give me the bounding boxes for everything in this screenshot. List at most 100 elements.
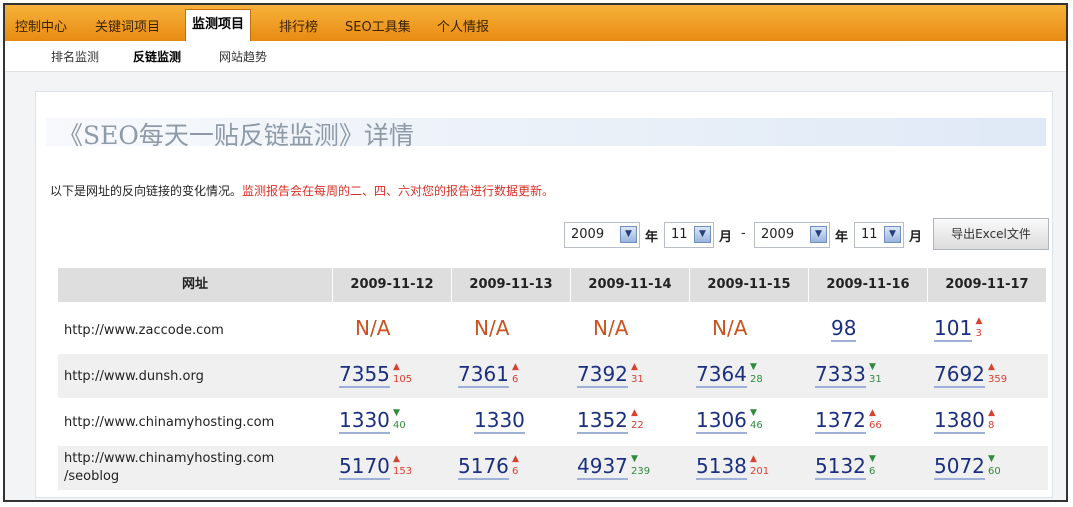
nav-item-3[interactable]: 监测项目 [185,9,252,42]
row-url: http://www.zaccode.com [64,322,224,340]
data-cell: 1330 [452,400,570,444]
to-month-select[interactable]: 11 ▼ [854,222,904,248]
row-url-line: http://www.chinamyhosting.com [64,415,275,430]
trend-up-indicator: ▲ 8 [988,408,1004,431]
to-year-value: 2009 [761,227,795,242]
na-value: N/A [355,316,391,340]
top-nav: 控制中心 关键词项目 监测项目 排行榜 SEO工具集 个人情报 [5,5,1066,42]
delta-value: 359 [988,374,1008,385]
arrow-down-icon: ▼ [869,454,876,464]
trend-up-indicator: ▲ 6 [512,362,528,385]
chevron-down-icon[interactable]: ▼ [694,226,711,243]
backlink-count-link[interactable]: 7333 [815,362,866,388]
backlink-count-link[interactable]: 7692 [934,362,985,388]
backlink-count-link[interactable]: 1372 [815,408,866,434]
delta-value: 40 [393,420,406,431]
backlink-count-link[interactable]: 5072 [934,454,985,480]
backlink-count-link[interactable]: 1306 [696,408,747,434]
from-year-value: 2009 [571,227,605,242]
table-header-date: 2009-11-12 [333,268,451,302]
to-year-select[interactable]: 2009 ▼ [754,222,830,248]
table-header-date: 2009-11-16 [809,268,927,302]
arrow-up-icon: ▲ [512,454,519,464]
row-url-line: http://www.chinamyhosting.com [64,451,275,466]
backlink-count-link[interactable]: 7355 [339,362,390,388]
table-row: http://www.chinamyhosting.com 1330 ▼ 40 1330… [58,400,1048,444]
subnav-item-3[interactable]: 网站趋势 [219,48,267,65]
backlink-count-link[interactable]: 4937 [577,454,628,480]
arrow-up-icon: ▲ [988,362,995,372]
trend-down-indicator: ▼ 31 [869,362,885,385]
backlink-count-link[interactable]: 1352 [577,408,628,434]
update-notice: 监测报告会在每周的二、四、六对您的报告进行数据更新。 [242,184,555,198]
subnav-item-1[interactable]: 排名监测 [51,48,99,65]
subnav-item-2[interactable]: 反链监测 [133,48,181,65]
data-cell: N/A [452,308,570,352]
trend-down-indicator: ▼ 40 [393,408,409,431]
nav-item-2[interactable]: 关键词项目 [89,14,166,41]
delta-value: 60 [988,466,1001,477]
nav-item-1[interactable]: 控制中心 [9,14,73,41]
data-cell: 101 ▲ 3 [928,308,1046,352]
from-year-label: 年 [645,230,659,245]
delta-value: 6 [512,374,519,385]
backlink-count-link[interactable]: 98 [831,316,857,342]
from-month-select[interactable]: 11 ▼ [664,222,714,248]
na-value: N/A [593,316,629,340]
data-cell: 4937 ▼ 239 [571,446,689,490]
data-cell: 5138 ▲ 201 [690,446,808,490]
data-cell: 7392 ▲ 31 [571,354,689,398]
backlink-count-link[interactable]: 5170 [339,454,390,480]
backlink-count-link[interactable]: 101 [934,316,973,342]
from-month-value: 11 [671,227,688,242]
delta-value: 8 [988,420,995,431]
backlink-count-link[interactable]: 7361 [458,362,509,388]
backlink-count-link[interactable]: 1330 [474,408,525,434]
from-year-select[interactable]: 2009 ▼ [564,222,640,248]
row-url-line: http://www.zaccode.com [64,323,224,338]
delta-value: 6 [869,466,876,477]
arrow-down-icon: ▼ [869,362,876,372]
arrow-down-icon: ▼ [750,362,757,372]
data-cell: 5170 ▲ 153 [333,446,451,490]
backlink-count-link[interactable]: 5132 [815,454,866,480]
row-url: http://www.chinamyhosting.com [64,414,274,432]
delta-value: 22 [631,420,644,431]
arrow-down-icon: ▼ [631,454,638,464]
delta-value: 28 [750,374,763,385]
backlink-count-link[interactable]: 5138 [696,454,747,480]
nav-item-4[interactable]: 排行榜 [273,14,324,41]
delta-value: 66 [869,420,882,431]
backlink-count-link[interactable]: 5176 [458,454,509,480]
delta-value: 239 [631,466,651,477]
arrow-up-icon: ▲ [869,408,876,418]
backlink-count-link[interactable]: 7364 [696,362,747,388]
app-frame: 控制中心 关键词项目 监测项目 排行榜 SEO工具集 个人情报 排名监测 反链监测 网站趋势 … [3,3,1068,502]
data-cell: 1306 ▼ 46 [690,400,808,444]
trend-up-indicator: ▲ 6 [512,454,528,477]
na-value: N/A [474,316,510,340]
sub-nav: 排名监测 反链监测 网站趋势 [5,41,1066,72]
trend-down-indicator: ▼ 239 [631,454,651,477]
table-header-date: 2009-11-15 [690,268,808,302]
chevron-down-icon[interactable]: ▼ [884,226,901,243]
data-cell: 5072 ▼ 60 [928,446,1046,490]
data-cell: 98 [809,308,927,352]
backlink-count-link[interactable]: 1330 [339,408,390,434]
export-excel-button[interactable]: 导出Excel文件 [933,218,1049,250]
table-row: http://www.dunsh.org 7355 ▲ 105 7361 ▲ 6 7392 ▲ 3… [58,354,1048,398]
arrow-up-icon: ▲ [512,362,519,372]
table-row: http://www.zaccode.com N/A N/A N/A N/A 98 101 ▲… [58,308,1048,352]
backlink-count-link[interactable]: 1380 [934,408,985,434]
chevron-down-icon[interactable]: ▼ [810,226,827,243]
delta-value: 201 [750,466,770,477]
delta-value: 3 [975,328,982,339]
nav-item-5[interactable]: SEO工具集 [339,14,417,41]
table-header-date: 2009-11-13 [452,268,570,302]
nav-item-6[interactable]: 个人情报 [431,14,495,41]
trend-up-indicator: ▲ 201 [750,454,770,477]
trend-up-indicator: ▲ 66 [869,408,885,431]
backlink-count-link[interactable]: 7392 [577,362,628,388]
chevron-down-icon[interactable]: ▼ [620,226,637,243]
trend-down-indicator: ▼ 60 [988,454,1004,477]
